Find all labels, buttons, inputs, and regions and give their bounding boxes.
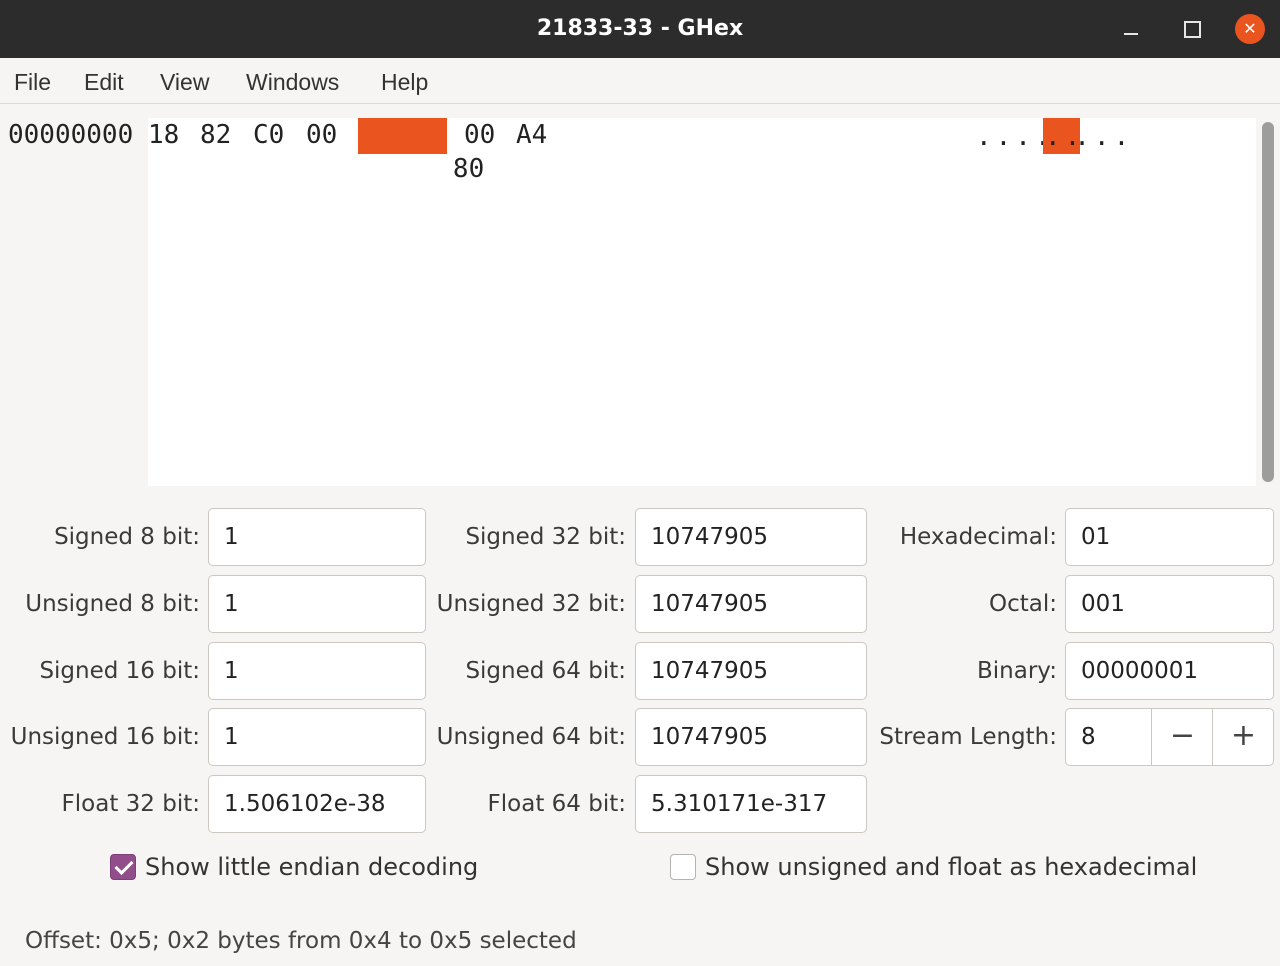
signed-16-label: Signed 16 bit:: [39, 658, 200, 684]
hex-data-column[interactable]: 18 82 C0 00 80 01 00 A4 ........ ..: [148, 118, 1256, 486]
unsigned-32-field[interactable]: 10747905: [635, 575, 867, 633]
menu-view[interactable]: View: [160, 58, 209, 104]
window-title: 21833-33 - GHex: [536, 16, 744, 41]
unsigned-32-label: Unsigned 32 bit:: [436, 591, 626, 617]
hex-byte-5[interactable]: 01: [500, 154, 531, 184]
signed-64-field[interactable]: 10747905: [635, 642, 867, 700]
unsigned-8-field[interactable]: 1: [208, 575, 426, 633]
scrollbar-thumb[interactable]: [1262, 122, 1274, 482]
hex-byte-4[interactable]: 80: [453, 154, 484, 184]
hex-scrollbar[interactable]: [1256, 118, 1280, 486]
signed-8-label: Signed 8 bit:: [54, 524, 200, 550]
offset-label: 00000000: [8, 120, 134, 150]
unsigned-64-label: Unsigned 64 bit:: [436, 724, 626, 750]
octal-label: Octal:: [988, 591, 1057, 617]
binary-label: Binary:: [977, 658, 1057, 684]
unsigned-16-label: Unsigned 16 bit:: [10, 724, 200, 750]
unsigned-hex-label[interactable]: Show unsigned and float as hexadecimal: [705, 852, 1197, 882]
float-32-label: Float 32 bit:: [61, 791, 200, 817]
signed-16-field[interactable]: 1: [208, 642, 426, 700]
hex-view[interactable]: 00000000 18 82 C0 00 80 01 00 A4 .......…: [0, 118, 1256, 486]
octal-field[interactable]: 001: [1065, 575, 1274, 633]
hex-byte-7[interactable]: A4: [516, 118, 547, 154]
menu-file[interactable]: File: [14, 58, 51, 104]
title-bar: 21833-33 - GHex: [0, 0, 1280, 58]
menu-windows[interactable]: Windows: [246, 58, 339, 104]
hex-selection[interactable]: 80 01: [358, 118, 531, 184]
menu-help[interactable]: Help: [381, 58, 428, 104]
hex-byte-6[interactable]: 00: [464, 118, 495, 154]
little-endian-checkbox[interactable]: [110, 854, 136, 880]
ascii-selected-text: ..: [1045, 122, 1085, 152]
float-32-field[interactable]: 1.506102e-38: [208, 775, 426, 833]
menu-bar: File Edit View Windows Help: [0, 58, 1280, 104]
hex-byte-3[interactable]: 00: [306, 118, 337, 154]
float-64-field[interactable]: 5.310171e-317: [635, 775, 867, 833]
hex-byte-2[interactable]: C0: [253, 118, 284, 154]
stream-length-spinner[interactable]: 8 − +: [1065, 708, 1274, 766]
offset-column: 00000000: [0, 118, 148, 486]
little-endian-label[interactable]: Show little endian decoding: [145, 852, 478, 882]
hex-byte-0[interactable]: 18: [148, 118, 179, 154]
signed-64-label: Signed 64 bit:: [465, 658, 626, 684]
unsigned-8-label: Unsigned 8 bit:: [25, 591, 200, 617]
decrement-button[interactable]: −: [1151, 709, 1213, 765]
signed-8-field[interactable]: 1: [208, 508, 426, 566]
stream-length-label: Stream Length:: [879, 724, 1057, 750]
maximize-icon[interactable]: [1171, 9, 1211, 49]
stream-length-value[interactable]: 8: [1081, 709, 1096, 765]
hex-byte-1[interactable]: 82: [200, 118, 231, 154]
signed-32-label: Signed 32 bit:: [465, 524, 626, 550]
unsigned-16-field[interactable]: 1: [208, 708, 426, 766]
binary-field[interactable]: 00000001: [1065, 642, 1274, 700]
minimize-icon[interactable]: [1111, 9, 1151, 49]
close-icon[interactable]: [1230, 9, 1270, 49]
increment-button[interactable]: +: [1212, 709, 1274, 765]
float-64-label: Float 64 bit:: [487, 791, 626, 817]
hexadecimal-label: Hexadecimal:: [899, 524, 1057, 550]
signed-32-field[interactable]: 10747905: [635, 508, 867, 566]
hexadecimal-field[interactable]: 01: [1065, 508, 1274, 566]
unsigned-64-field[interactable]: 10747905: [635, 708, 867, 766]
status-bar: Offset: 0x5; 0x2 bytes from 0x4 to 0x5 s…: [25, 928, 577, 954]
menu-edit[interactable]: Edit: [84, 58, 124, 104]
unsigned-hex-checkbox[interactable]: [670, 854, 696, 880]
